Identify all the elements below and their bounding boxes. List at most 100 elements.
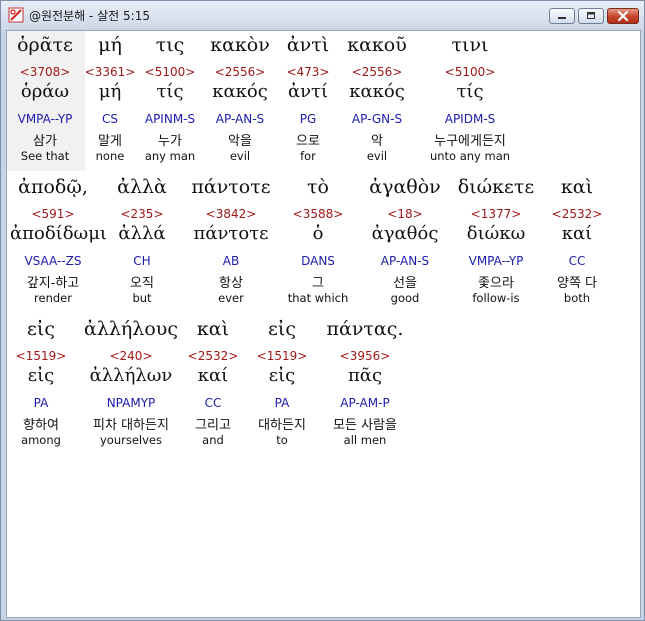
token-english: that which — [287, 291, 349, 305]
maximize-icon — [587, 12, 595, 19]
title-bar[interactable]: @원전분해 - 살전 5:15 — [1, 1, 644, 29]
maximize-button[interactable] — [578, 8, 604, 24]
token-english: follow-is — [472, 291, 520, 305]
token-lemma: μή — [98, 81, 122, 102]
token-english: and — [202, 433, 224, 447]
token-english: evil — [229, 149, 251, 163]
token-lemma: διώκω — [466, 223, 526, 244]
interlinear-view[interactable]: ὁρᾶτε <3708> ὁράω VMPA--YP 삼가 See that μή <3361… — [6, 30, 641, 618]
token-parse: APIDM-S — [444, 112, 496, 126]
word-token[interactable]: καὶ <2532> καί CC 양쪽 다 both — [547, 173, 607, 313]
word-token[interactable]: καὶ <2532> καί CC 그리고 and — [182, 315, 244, 455]
token-parse: VSAA--ZS — [24, 254, 82, 268]
token-parse: AB — [222, 254, 240, 268]
token-parse: PA — [274, 396, 290, 410]
token-korean: 악 — [371, 134, 383, 149]
token-lemma: εἰς — [268, 365, 296, 386]
token-strongs: <2532> — [551, 207, 603, 221]
token-parse: AP-GN-S — [351, 112, 403, 126]
token-english: none — [95, 149, 125, 163]
token-korean: 향하여 — [23, 418, 59, 433]
minimize-icon — [558, 17, 566, 19]
word-token[interactable]: ἀλλήλους <240> ἀλλήλων NPAMYP 피차 대하든지 yoursel… — [81, 315, 181, 455]
token-english: evil — [366, 149, 388, 163]
token-english: good — [390, 291, 420, 305]
token-lemma: καί — [561, 223, 593, 244]
token-lemma: ἀλλά — [118, 223, 166, 244]
word-token[interactable]: ἀποδῷ, <591> ἀποδίδωμι VSAA--ZS 갚지-하고 render — [10, 173, 107, 313]
token-english: any man — [144, 149, 196, 163]
token-lemma: εἰς — [27, 365, 55, 386]
token-lemma: ἀντί — [287, 81, 329, 102]
token-english: See that — [20, 149, 70, 163]
word-token[interactable]: κακὸν <2556> κακός AP-AN-S 악을 evil — [201, 31, 279, 171]
token-parse: CS — [102, 112, 118, 126]
word-token[interactable]: κακοῦ <2556> κακός AP-GN-S 악 evil — [342, 31, 412, 171]
token-strongs: <3842> — [205, 207, 257, 221]
word-token[interactable]: ὁρᾶτε <3708> ὁράω VMPA--YP 삼가 See that — [7, 31, 85, 171]
token-english: among — [21, 433, 61, 447]
token-strongs: <240> — [109, 349, 153, 363]
token-korean: 말게 — [98, 134, 122, 149]
token-parse: VMPA--YP — [468, 254, 524, 268]
token-korean: 선을 — [393, 276, 417, 291]
word-token[interactable]: τις <5100> τίς APINM-S 누가 any man — [141, 31, 199, 171]
token-korean: 삼가 — [33, 134, 57, 149]
token-lemma: ὁράω — [20, 81, 70, 102]
token-korean: 그리고 — [195, 418, 231, 433]
token-korean: 악을 — [228, 134, 252, 149]
token-korean: 누구에게든지 — [434, 134, 506, 149]
token-korean: 으로 — [296, 134, 320, 149]
word-token[interactable]: ἀντὶ <473> ἀντί PG 으로 for — [279, 31, 337, 171]
token-parse: CC — [204, 396, 222, 410]
word-token[interactable]: πάντας. <3956> πᾶς AP-AM-P 모든 사람을 all men — [319, 315, 411, 455]
word-token[interactable]: εἰς <1519> εἰς PA 향하여 among — [8, 315, 74, 455]
word-token[interactable]: ἀγαθὸν <18> ἀγαθός AP-AN-S 선을 good — [368, 173, 442, 313]
token-lemma: τίς — [156, 81, 184, 102]
token-korean: 모든 사람을 — [333, 418, 397, 433]
token-greek: εἰς — [27, 318, 55, 340]
token-parse: AP-AM-P — [340, 396, 390, 410]
token-parse: APINM-S — [144, 112, 196, 126]
word-token[interactable]: τινι <5100> τίς APIDM-S 누구에게든지 unto any man — [420, 31, 520, 171]
word-token[interactable]: ἀλλὰ <235> ἀλλά CH 오직 but — [112, 173, 172, 313]
token-english: render — [34, 291, 72, 305]
token-parse: PA — [33, 396, 49, 410]
word-token[interactable]: εἰς <1519> εἰς PA 대하든지 to — [247, 315, 317, 455]
token-parse: AP-AN-S — [380, 254, 430, 268]
word-token[interactable]: μή <3361> μή CS 말게 none — [81, 31, 139, 171]
token-english: ever — [218, 291, 244, 305]
token-greek: ἀποδῷ, — [18, 176, 88, 198]
token-korean: 항상 — [219, 276, 243, 291]
token-strongs: <5100> — [444, 65, 496, 79]
close-icon — [617, 10, 629, 22]
token-parse: CC — [568, 254, 586, 268]
token-strongs: <2556> — [214, 65, 266, 79]
token-greek: ὁρᾶτε — [17, 34, 73, 56]
token-greek: διώκετε — [457, 176, 535, 198]
word-token[interactable]: τὸ <3588> ὁ DANS 그 that which — [281, 173, 355, 313]
token-lemma: πάντοτε — [193, 223, 269, 244]
token-korean: 양쪽 다 — [556, 276, 597, 291]
token-parse: AP-AN-S — [215, 112, 265, 126]
token-greek: τὸ — [307, 176, 329, 198]
token-greek: ἀλλὰ — [117, 176, 167, 198]
token-strongs: <3956> — [339, 349, 391, 363]
token-english: for — [300, 149, 316, 163]
token-strongs: <18> — [387, 207, 423, 221]
token-strongs: <5100> — [144, 65, 196, 79]
minimize-button[interactable] — [549, 8, 575, 24]
word-token[interactable]: πάντοτε <3842> πάντοτε AB 항상 ever — [191, 173, 271, 313]
token-parse: NPAMYP — [106, 396, 156, 410]
word-token[interactable]: διώκετε <1377> διώκω VMPA--YP 좇으라 follow-is — [452, 173, 540, 313]
token-lemma: ἀποδίδωμι — [10, 223, 107, 244]
token-lemma: τίς — [456, 81, 484, 102]
close-button[interactable] — [607, 8, 639, 24]
token-strongs: <591> — [31, 207, 75, 221]
token-korean: 오직 — [130, 276, 154, 291]
token-lemma: ἀγαθός — [371, 223, 439, 244]
token-english: both — [563, 291, 591, 305]
token-lemma: ὁ — [312, 223, 324, 244]
token-korean: 그 — [312, 276, 324, 291]
token-english: but — [132, 291, 152, 305]
